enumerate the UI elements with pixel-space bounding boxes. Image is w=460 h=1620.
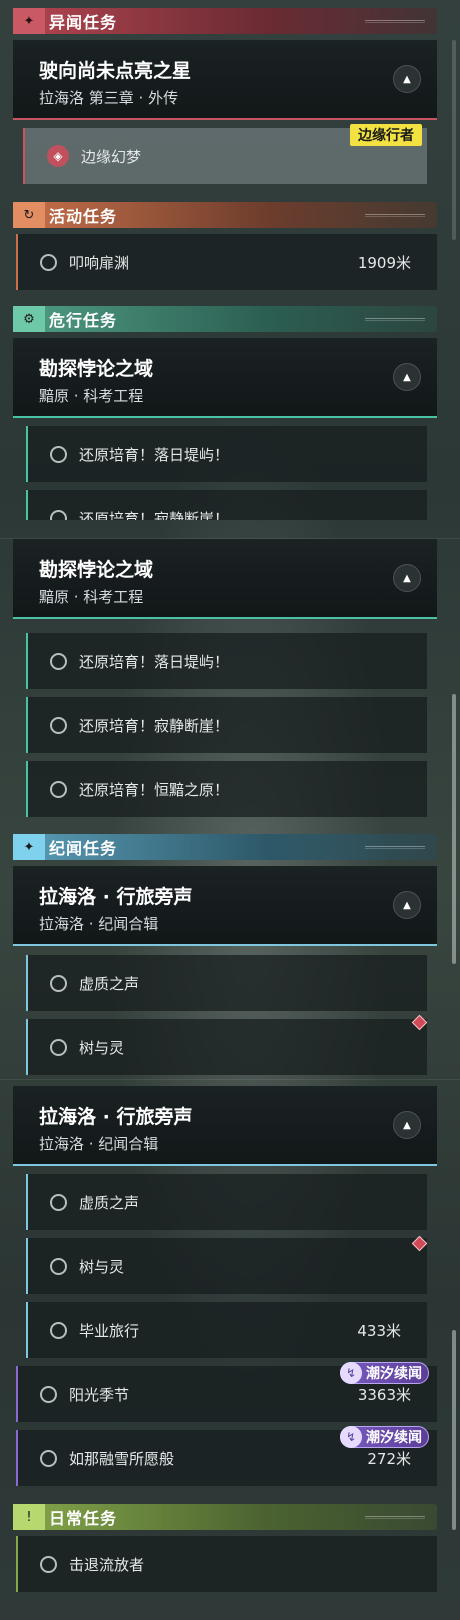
quest-subtitle: 拉海洛 · 纪闻合辑: [39, 915, 159, 933]
status-circle-icon: [50, 509, 67, 520]
tag-tide-sequel: ↯ 潮汐续闻: [340, 1426, 429, 1448]
header-decoration: [365, 213, 425, 217]
tag-edge-runner: 边缘行者: [350, 124, 422, 146]
sub-quest-label: 毕业旅行: [79, 1321, 140, 1340]
quest-subtitle: 黯原 · 科考工程: [39, 588, 144, 606]
category-huodong[interactable]: ↻ 活动任务: [13, 202, 437, 228]
edge-dream-icon: ◈: [47, 145, 69, 167]
tide-icon: ↯: [340, 1426, 362, 1448]
sub-quest-label: 还原培育！恒黯之原！: [79, 780, 230, 799]
collapse-button[interactable]: ▲: [393, 564, 421, 592]
sub-quest-label: 虚质之声: [79, 974, 140, 993]
distance: 433米: [357, 1321, 401, 1340]
sub-quest-label: 还原培育！寂静断崖！: [79, 509, 230, 521]
sub-quest-jijing[interactable]: 还原培育！寂静断崖！: [26, 490, 427, 520]
category-label: 纪闻任务: [49, 839, 118, 858]
sub-quest-jitui[interactable]: 击退流放者: [16, 1536, 437, 1592]
sub-quest-label: 如那融雪所愿般: [69, 1449, 175, 1468]
status-circle-icon: [40, 1555, 57, 1573]
status-circle-icon: [50, 1038, 67, 1056]
scrollbar[interactable]: [452, 1330, 456, 1530]
quest-header-main[interactable]: 驶向尚未点亮之星 拉海洛 第三章 · 外传 ▲: [13, 40, 437, 120]
sub-quest-label: 还原培育！落日堤屿！: [79, 652, 230, 671]
category-label: 活动任务: [49, 207, 118, 226]
gear-icon: ⚙: [13, 306, 45, 332]
category-label: 异闻任务: [49, 13, 118, 32]
sub-quest-label: 击退流放者: [69, 1555, 145, 1574]
collapse-button[interactable]: ▲: [393, 1111, 421, 1139]
sub-quest-label: 还原培育！落日堤屿！: [79, 445, 230, 464]
category-yiwen[interactable]: ✦ 异闻任务: [13, 8, 437, 34]
star-badge-icon: ✦: [13, 8, 45, 34]
sub-quest-label: 还原培育！寂静断崖！: [79, 716, 230, 735]
sub-quest-xuzhi[interactable]: 虚质之声: [26, 955, 427, 1011]
status-circle-icon: [50, 445, 67, 463]
sub-quest-label: 叩响扉渊: [69, 253, 130, 272]
tag-tide-sequel: ↯ 潮汐续闻: [340, 1362, 429, 1384]
sub-quest-luori[interactable]: 还原培育！落日堤屿！: [26, 633, 427, 689]
quest-header-kantan[interactable]: 勘探悖论之域 黯原 · 科考工程 ▲: [13, 539, 437, 619]
distance: 272米: [367, 1449, 411, 1468]
tide-icon: ↯: [340, 1362, 362, 1384]
sub-quest-xuzhi[interactable]: 虚质之声: [26, 1174, 427, 1230]
header-decoration: [365, 845, 425, 849]
quest-header-kantan[interactable]: 勘探悖论之域 黯原 · 科考工程 ▲: [13, 338, 437, 418]
sub-quest-kouxiang[interactable]: 叩响扉渊 1909米: [16, 234, 437, 290]
status-circle-icon: [40, 253, 57, 271]
sub-quest-shuyuling[interactable]: 树与灵: [26, 1019, 427, 1075]
header-decoration: [365, 1515, 425, 1519]
sub-quest-label: 树与灵: [79, 1257, 125, 1276]
collapse-button[interactable]: ▲: [393, 65, 421, 93]
quest-panel-1: ✦ 异闻任务 驶向尚未点亮之星 拉海洛 第三章 · 外传 ▲ ◈ 边缘幻梦 边缘…: [0, 0, 460, 520]
scrollbar[interactable]: [452, 40, 456, 240]
status-circle-icon: [50, 652, 67, 670]
status-circle-icon: [50, 716, 67, 734]
header-decoration: [365, 19, 425, 23]
header-decoration: [365, 317, 425, 321]
category-weixing[interactable]: ⚙ 危行任务: [13, 306, 437, 332]
quest-title: 拉海洛 · 行旅旁声: [39, 1106, 193, 1128]
sub-quest-label: 阳光季节: [69, 1385, 130, 1404]
sub-quest-hengan[interactable]: 还原培育！恒黯之原！: [26, 761, 427, 817]
category-richang[interactable]: ! 日常任务: [13, 1504, 437, 1530]
collapse-button[interactable]: ▲: [393, 891, 421, 919]
quest-title: 拉海洛 · 行旅旁声: [39, 886, 193, 908]
sub-quest-biye[interactable]: 毕业旅行 433米: [26, 1302, 427, 1358]
sub-quest-label: 虚质之声: [79, 1193, 140, 1212]
status-circle-icon: [50, 780, 67, 798]
quest-title: 勘探悖论之域: [39, 559, 154, 581]
sub-quest-label: 边缘幻梦: [81, 147, 142, 166]
sparkle-icon: ✦: [13, 834, 45, 860]
category-label: 日常任务: [49, 1509, 118, 1528]
quest-subtitle: 拉海洛 第三章 · 外传: [39, 89, 179, 107]
alert-icon: !: [13, 1504, 45, 1530]
quest-title: 驶向尚未点亮之星: [39, 60, 192, 82]
status-circle-icon: [50, 1321, 67, 1339]
sub-quest-shuyuling[interactable]: 树与灵: [26, 1238, 427, 1294]
quest-header-lahailuo[interactable]: 拉海洛 · 行旅旁声 拉海洛 · 纪闻合辑 ▲: [13, 866, 437, 946]
status-circle-icon: [50, 1193, 67, 1211]
status-circle-icon: [40, 1385, 57, 1403]
quest-subtitle: 黯原 · 科考工程: [39, 387, 144, 405]
refresh-icon: ↻: [13, 202, 45, 228]
sub-quest-label: 树与灵: [79, 1038, 125, 1057]
category-label: 危行任务: [49, 311, 118, 330]
status-circle-icon: [40, 1449, 57, 1467]
distance: 1909米: [357, 253, 411, 272]
distance: 3363米: [357, 1385, 411, 1404]
quest-header-lahailuo[interactable]: 拉海洛 · 行旅旁声 拉海洛 · 纪闻合辑 ▲: [13, 1086, 437, 1166]
quest-title: 勘探悖论之域: [39, 358, 154, 380]
collapse-button[interactable]: ▲: [393, 363, 421, 391]
category-jiwen[interactable]: ✦ 纪闻任务: [13, 834, 437, 860]
quest-subtitle: 拉海洛 · 纪闻合辑: [39, 1135, 159, 1153]
sub-quest-luori[interactable]: 还原培育！落日堤屿！: [26, 426, 427, 482]
tag-label: 潮汐续闻: [366, 1430, 422, 1446]
quest-panel-3: 拉海洛 · 行旅旁声 拉海洛 · 纪闻合辑 ▲ 虚质之声 树与灵 毕业旅行 43…: [0, 1080, 460, 1620]
status-circle-icon: [50, 974, 67, 992]
status-circle-icon: [50, 1257, 67, 1275]
sub-quest-jijing[interactable]: 还原培育！寂静断崖！: [26, 697, 427, 753]
scrollbar[interactable]: [452, 694, 456, 964]
tag-label: 潮汐续闻: [366, 1366, 422, 1382]
quest-panel-2: 勘探悖论之域 黯原 · 科考工程 ▲ 还原培育！落日堤屿！ 还原培育！寂静断崖！…: [0, 539, 460, 1079]
